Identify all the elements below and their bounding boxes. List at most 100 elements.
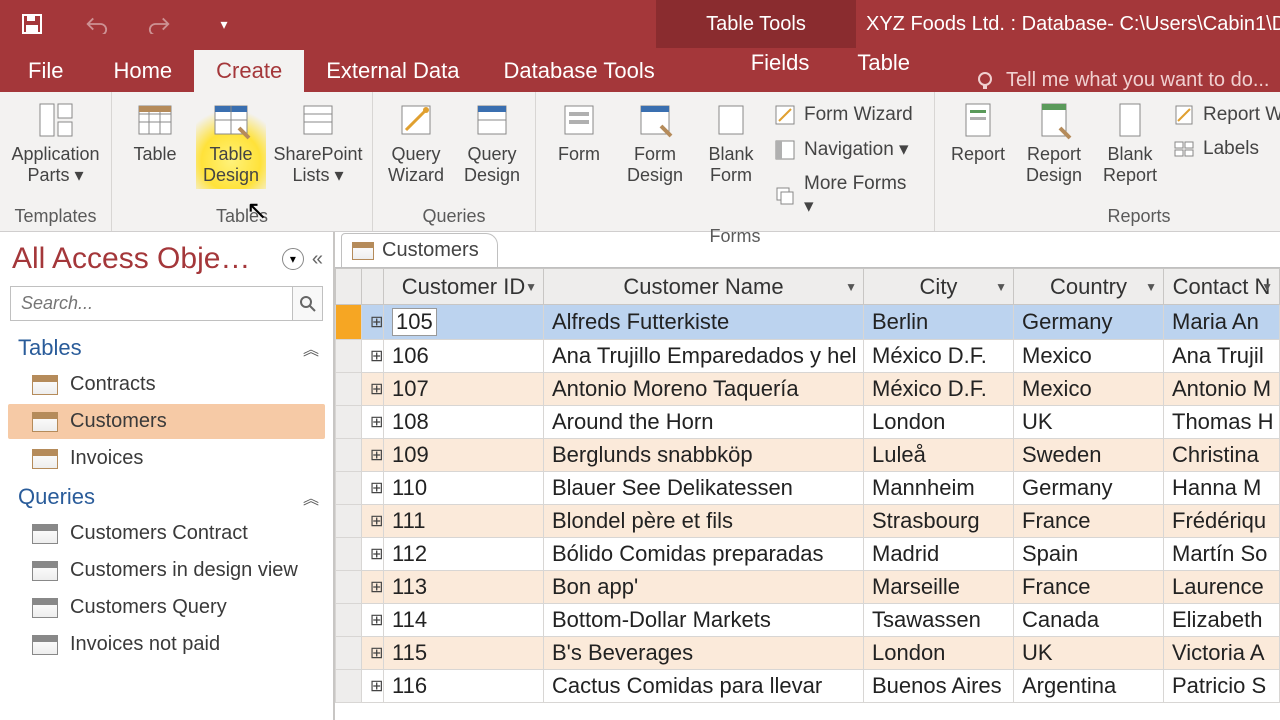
- row-selector[interactable]: [336, 305, 362, 340]
- row-selector[interactable]: [336, 373, 362, 406]
- report-button[interactable]: Report: [943, 96, 1013, 189]
- dropdown-icon[interactable]: ▼: [525, 280, 537, 294]
- expand-row-icon[interactable]: ⊞: [362, 670, 384, 703]
- blank-report-button[interactable]: Blank Report: [1095, 96, 1165, 189]
- cell-country[interactable]: Canada: [1014, 604, 1164, 637]
- query-design-button[interactable]: Query Design: [457, 96, 527, 189]
- expand-row-icon[interactable]: ⊞: [362, 406, 384, 439]
- nav-table-item[interactable]: Contracts: [8, 367, 325, 402]
- dropdown-icon[interactable]: ▼: [1261, 280, 1273, 294]
- column-header[interactable]: Country▼: [1014, 269, 1164, 305]
- dropdown-icon[interactable]: ▼: [1145, 280, 1157, 294]
- nav-query-item[interactable]: Invoices not paid: [8, 627, 325, 662]
- cell-contact[interactable]: Hanna M: [1164, 472, 1280, 505]
- tab-table[interactable]: Table: [843, 42, 924, 84]
- cell-country[interactable]: UK: [1014, 406, 1164, 439]
- document-tab-customers[interactable]: Customers: [341, 233, 498, 267]
- tab-home[interactable]: Home: [91, 50, 194, 92]
- cell-customer-id[interactable]: 112: [384, 538, 544, 571]
- cell-customer-name[interactable]: Berglunds snabbköp: [544, 439, 864, 472]
- cell-city[interactable]: Berlin: [864, 305, 1014, 340]
- cell-contact[interactable]: Martín So: [1164, 538, 1280, 571]
- expand-row-icon[interactable]: ⊞: [362, 340, 384, 373]
- cell-contact[interactable]: Maria An: [1164, 305, 1280, 340]
- report-design-button[interactable]: Report Design: [1019, 96, 1089, 189]
- tab-database-tools[interactable]: Database Tools: [481, 50, 676, 92]
- cell-customer-id[interactable]: 114: [384, 604, 544, 637]
- navgroup-queries[interactable]: Queries ︽: [0, 478, 333, 514]
- cell-city[interactable]: London: [864, 406, 1014, 439]
- labels-button[interactable]: Labels: [1171, 134, 1280, 164]
- cell-customer-name[interactable]: Around the Horn: [544, 406, 864, 439]
- select-all-cell[interactable]: [336, 269, 362, 305]
- cell-customer-id[interactable]: 106: [384, 340, 544, 373]
- expand-row-icon[interactable]: ⊞: [362, 637, 384, 670]
- form-design-button[interactable]: Form Design: [620, 96, 690, 226]
- cell-customer-id[interactable]: 113: [384, 571, 544, 604]
- cell-contact[interactable]: Thomas H: [1164, 406, 1280, 439]
- search-icon[interactable]: [292, 287, 322, 320]
- tell-me-search[interactable]: Tell me what you want to do...: [954, 69, 1269, 92]
- cell-contact[interactable]: Christina: [1164, 439, 1280, 472]
- expand-row-icon[interactable]: ⊞: [362, 439, 384, 472]
- navgroup-tables[interactable]: Tables ︽: [0, 329, 333, 365]
- cell-city[interactable]: Luleå: [864, 439, 1014, 472]
- redo-icon[interactable]: [148, 12, 172, 36]
- cell-country[interactable]: Argentina: [1014, 670, 1164, 703]
- more-forms-button[interactable]: More Forms ▾: [772, 169, 920, 222]
- row-selector[interactable]: [336, 406, 362, 439]
- cell-customer-id[interactable]: 107: [384, 373, 544, 406]
- nav-table-item[interactable]: Customers: [8, 404, 325, 439]
- cell-country[interactable]: Sweden: [1014, 439, 1164, 472]
- cell-country[interactable]: Mexico: [1014, 373, 1164, 406]
- cell-city[interactable]: London: [864, 637, 1014, 670]
- report-wizard-button[interactable]: Report Wizard: [1171, 100, 1280, 130]
- cell-contact[interactable]: Victoria A: [1164, 637, 1280, 670]
- cell-customer-id[interactable]: 116: [384, 670, 544, 703]
- blank-form-button[interactable]: Blank Form: [696, 96, 766, 226]
- table-button[interactable]: Table: [120, 96, 190, 189]
- navigation-button[interactable]: Navigation ▾: [772, 134, 920, 165]
- tab-external-data[interactable]: External Data: [304, 50, 481, 92]
- navpane-collapse-icon[interactable]: «: [312, 248, 323, 271]
- expand-row-icon[interactable]: ⊞: [362, 373, 384, 406]
- cell-customer-name[interactable]: Alfreds Futterkiste: [544, 305, 864, 340]
- row-selector[interactable]: [336, 637, 362, 670]
- column-header[interactable]: Customer ID▼: [384, 269, 544, 305]
- column-header[interactable]: Customer Name▼: [544, 269, 864, 305]
- sharepoint-lists-button[interactable]: SharePoint Lists ▾: [272, 96, 364, 189]
- row-selector[interactable]: [336, 340, 362, 373]
- table-design-button[interactable]: Table Design: [196, 96, 266, 189]
- row-selector[interactable]: [336, 670, 362, 703]
- expand-row-icon[interactable]: ⊞: [362, 538, 384, 571]
- cell-city[interactable]: Strasbourg: [864, 505, 1014, 538]
- cell-customer-id[interactable]: 115: [384, 637, 544, 670]
- cell-country[interactable]: Mexico: [1014, 340, 1164, 373]
- dropdown-icon[interactable]: ▼: [845, 280, 857, 294]
- expand-row-icon[interactable]: ⊞: [362, 505, 384, 538]
- row-selector[interactable]: [336, 505, 362, 538]
- row-selector[interactable]: [336, 472, 362, 505]
- cell-contact[interactable]: Patricio S: [1164, 670, 1280, 703]
- cell-city[interactable]: México D.F.: [864, 340, 1014, 373]
- tab-file[interactable]: File: [0, 50, 91, 92]
- undo-icon[interactable]: [84, 12, 108, 36]
- cell-customer-id[interactable]: 110: [384, 472, 544, 505]
- cell-customer-name[interactable]: Blondel père et fils: [544, 505, 864, 538]
- cell-contact[interactable]: Laurence: [1164, 571, 1280, 604]
- nav-query-item[interactable]: Customers Contract: [8, 516, 325, 551]
- cell-customer-name[interactable]: Bottom-Dollar Markets: [544, 604, 864, 637]
- cell-contact[interactable]: Frédériqu: [1164, 505, 1280, 538]
- cell-city[interactable]: Buenos Aires: [864, 670, 1014, 703]
- application-parts-button[interactable]: Application Parts ▾: [8, 96, 103, 189]
- cell-contact[interactable]: Antonio M: [1164, 373, 1280, 406]
- nav-table-item[interactable]: Invoices: [8, 441, 325, 476]
- data-grid[interactable]: Customer ID▼Customer Name▼City▼Country▼C…: [335, 268, 1280, 703]
- cell-country[interactable]: France: [1014, 505, 1164, 538]
- cell-customer-name[interactable]: Ana Trujillo Emparedados y hel: [544, 340, 864, 373]
- tab-fields[interactable]: Fields: [737, 42, 824, 84]
- row-selector[interactable]: [336, 604, 362, 637]
- cell-contact[interactable]: Ana Trujil: [1164, 340, 1280, 373]
- row-selector[interactable]: [336, 439, 362, 472]
- cell-customer-name[interactable]: Blauer See Delikatessen: [544, 472, 864, 505]
